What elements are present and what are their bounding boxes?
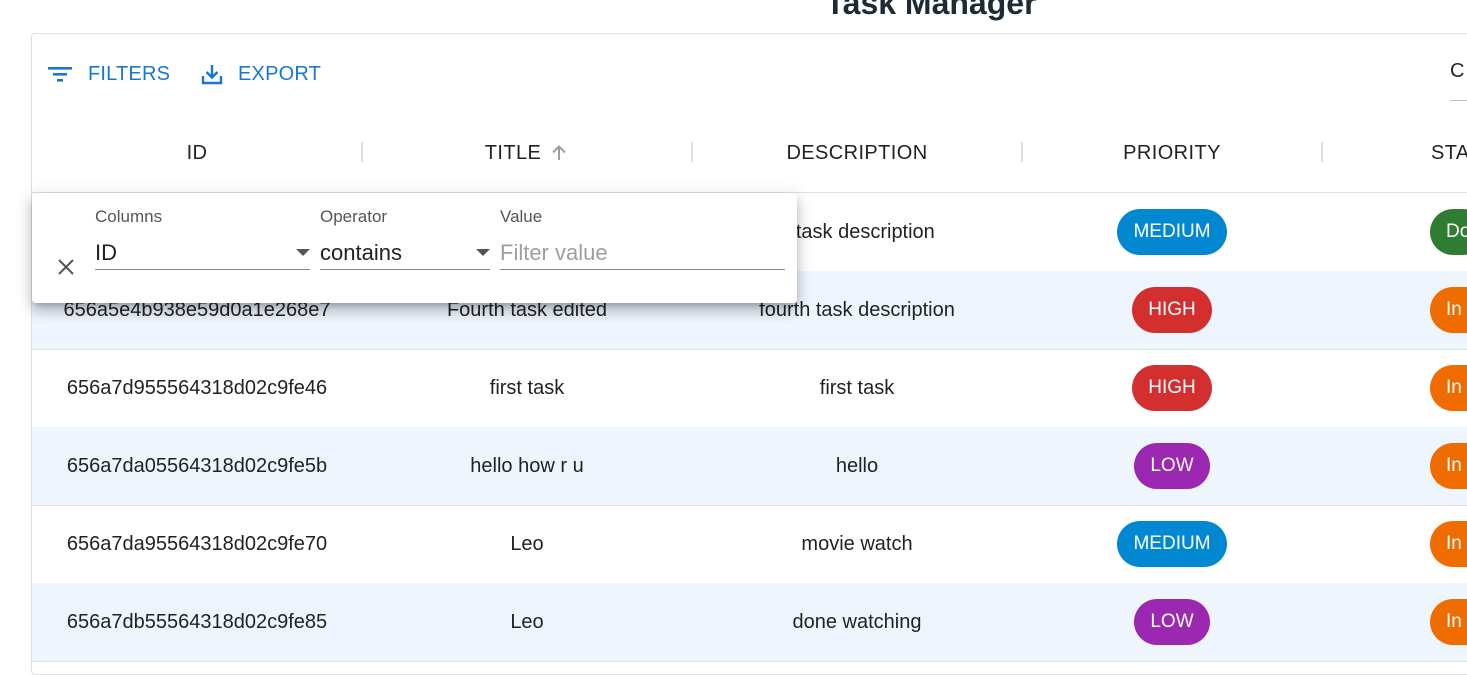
cell-id[interactable]: 656a7da95564318d02c9fe70 <box>32 505 362 583</box>
column-header-description[interactable]: DESCRIPTION <box>692 114 1022 192</box>
cell-status[interactable]: In pro <box>1322 505 1467 583</box>
cell-description[interactable]: done watching <box>692 583 1022 661</box>
arrow-up-icon[interactable] <box>549 143 569 163</box>
status-chip: In pro <box>1430 365 1467 411</box>
filter-column-label: Columns <box>95 207 163 226</box>
cell-title-text: first task <box>489 376 565 399</box>
status-chip: In pro <box>1430 599 1467 645</box>
cell-description-text: movie watch <box>801 532 913 555</box>
grid-toolbar: FILTERS EXPORT C <box>32 34 1467 114</box>
export-button[interactable]: EXPORT <box>200 60 321 88</box>
cell-title-text: hello how r u <box>470 454 584 477</box>
filter-column-select[interactable]: ID <box>95 237 310 270</box>
column-header-priority[interactable]: PRIORITY <box>1022 114 1322 192</box>
column-header-description-label: DESCRIPTION <box>786 141 928 164</box>
cell-title[interactable]: Leo <box>362 583 692 661</box>
filter-operator-label: Operator <box>320 207 388 226</box>
close-icon[interactable] <box>54 255 78 279</box>
cell-description-text: d task description <box>779 220 935 243</box>
filters-button[interactable]: FILTERS <box>46 60 170 88</box>
dropdown-caret-icon <box>476 249 490 256</box>
column-header-id-label: ID <box>186 141 208 164</box>
priority-chip: MEDIUM <box>1117 209 1227 255</box>
filter-operator-select[interactable]: contains <box>320 237 490 270</box>
filter-value-label: Value <box>500 207 543 226</box>
column-header-status-label: STA <box>1431 141 1467 164</box>
filter-value-placeholder: Filter value <box>500 240 608 265</box>
filter-value-field: Value Filter value <box>500 207 785 270</box>
cell-status[interactable]: In pro <box>1322 349 1467 427</box>
quick-search-input[interactable]: C <box>1450 48 1467 101</box>
cell-description-text: first task <box>819 376 895 399</box>
status-chip: In pro <box>1430 443 1467 489</box>
priority-chip: HIGH <box>1132 365 1212 411</box>
cell-title[interactable]: first task <box>362 349 692 427</box>
status-chip: In pro <box>1430 287 1467 333</box>
status-chip: Do <box>1430 209 1467 255</box>
filter-operator-value: contains <box>320 240 402 265</box>
filter-value-input[interactable]: Filter value <box>500 237 785 270</box>
cell-id-text: 656a7da05564318d02c9fe5b <box>66 454 328 477</box>
data-grid: FILTERS EXPORT C ID TITLE DESCRIPTION PR… <box>31 33 1467 675</box>
cell-id[interactable]: 656a7d955564318d02c9fe46 <box>32 349 362 427</box>
cell-description[interactable]: hello <box>692 427 1022 505</box>
priority-chip: LOW <box>1134 443 1210 489</box>
filter-list-icon <box>48 67 72 82</box>
column-header-id[interactable]: ID <box>32 114 362 192</box>
filter-column-value: ID <box>95 240 117 265</box>
page-title: Task Manager <box>825 0 1037 21</box>
column-headers: ID TITLE DESCRIPTION PRIORITY STA <box>32 114 1467 193</box>
download-icon <box>201 65 223 85</box>
cell-id-text: 656a7d955564318d02c9fe46 <box>66 376 328 399</box>
dropdown-caret-icon <box>296 249 310 256</box>
cell-priority[interactable]: LOW <box>1022 583 1322 661</box>
column-header-title-label: TITLE <box>484 141 542 164</box>
cell-description-text: hello <box>835 454 879 477</box>
cell-id-text: 656a7db55564318d02c9fe85 <box>66 610 328 633</box>
table-row[interactable]: 656a7da05564318d02c9fe5b hello how r u hel… <box>32 427 1467 506</box>
cell-title[interactable]: Leo <box>362 505 692 583</box>
cell-title-text: Leo <box>510 532 544 555</box>
priority-chip: LOW <box>1134 599 1210 645</box>
cell-title[interactable]: hello how r u <box>362 427 692 505</box>
status-chip: In pro <box>1430 521 1467 567</box>
column-header-status[interactable]: STA <box>1322 114 1467 192</box>
cell-priority[interactable]: LOW <box>1022 427 1322 505</box>
filter-operator-field: Operator contains <box>320 207 490 270</box>
table-row[interactable]: 656a7db55564318d02c9fe85 Leo done watching… <box>32 583 1467 662</box>
cell-priority[interactable]: MEDIUM <box>1022 193 1322 271</box>
table-row[interactable]: 656a7da95564318d02c9fe70 Leo movie watch ME… <box>32 505 1467 584</box>
filter-panel: Columns ID Operator contains Value Filte… <box>32 193 797 303</box>
cell-description-text: done watching <box>792 610 922 633</box>
table-row[interactable]: 656a7d955564318d02c9fe46 first task first … <box>32 349 1467 428</box>
cell-status[interactable]: In pro <box>1322 271 1467 349</box>
filters-label: FILTERS <box>88 62 171 85</box>
column-header-title[interactable]: TITLE <box>362 114 692 192</box>
cell-status[interactable]: In pro <box>1322 583 1467 661</box>
cell-description[interactable]: first task <box>692 349 1022 427</box>
column-header-priority-label: PRIORITY <box>1123 141 1221 164</box>
filter-column-field: Columns ID <box>95 207 310 270</box>
cell-description[interactable]: movie watch <box>692 505 1022 583</box>
cell-status[interactable]: Do <box>1322 193 1467 271</box>
cell-title-text: Leo <box>510 610 544 633</box>
cell-id[interactable]: 656a7da05564318d02c9fe5b <box>32 427 362 505</box>
priority-chip: HIGH <box>1132 287 1212 333</box>
cell-id-text: 656a7da95564318d02c9fe70 <box>66 532 328 555</box>
priority-chip: MEDIUM <box>1117 521 1227 567</box>
export-label: EXPORT <box>238 62 322 85</box>
cell-priority[interactable]: MEDIUM <box>1022 505 1322 583</box>
cell-priority[interactable]: HIGH <box>1022 271 1322 349</box>
cell-status[interactable]: In pro <box>1322 427 1467 505</box>
cell-priority[interactable]: HIGH <box>1022 349 1322 427</box>
cell-id[interactable]: 656a7db55564318d02c9fe85 <box>32 583 362 661</box>
